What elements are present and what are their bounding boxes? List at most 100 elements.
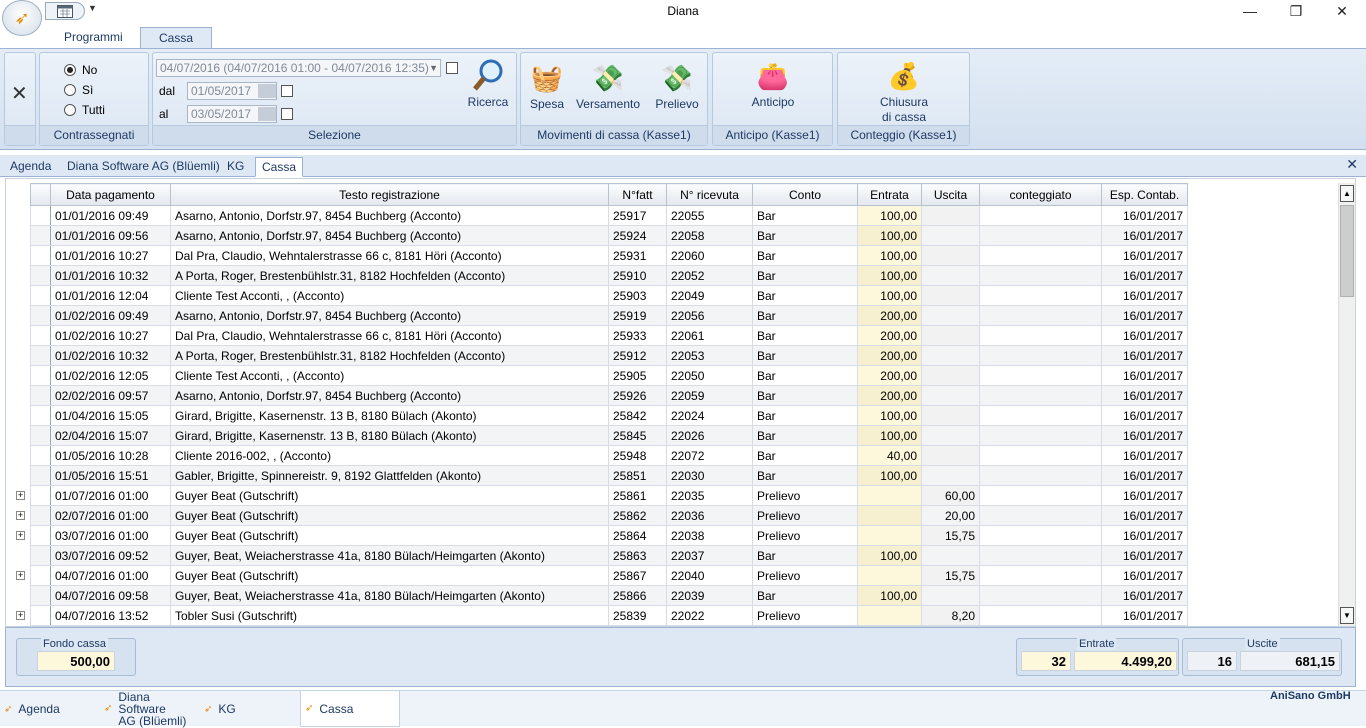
cell-data: 04/07/2016 01:00 xyxy=(50,565,171,586)
doc-tab-cassa[interactable]: Cassa xyxy=(255,157,304,177)
col-esp-contab[interactable]: Esp. Contab. xyxy=(1101,183,1188,206)
scroll-thumb[interactable] xyxy=(1340,205,1354,297)
row-selector[interactable] xyxy=(30,585,51,606)
table-row[interactable]: 01/02/2016 12:05 Cliente Test Acconti, , … xyxy=(30,365,1188,386)
row-selector[interactable] xyxy=(30,445,51,466)
row-selector[interactable] xyxy=(30,285,51,306)
radio-si[interactable]: Sì xyxy=(64,83,93,97)
table-row[interactable]: 01/04/2016 15:05 Girard, Brigitte, Kasern… xyxy=(30,405,1188,426)
col-uscita[interactable]: Uscita xyxy=(921,183,980,206)
table-row[interactable]: 01/01/2016 10:27 Dal Pra, Claudio, Wehnta… xyxy=(30,245,1188,266)
app-menu-button[interactable]: ➶ xyxy=(2,0,42,36)
row-selector[interactable] xyxy=(30,345,51,366)
radio-no[interactable]: No xyxy=(64,63,97,77)
row-selector-header[interactable] xyxy=(30,183,51,206)
chiusura-cassa-button[interactable]: 💰 Chiusura di cassa xyxy=(868,59,940,125)
period-checkbox[interactable] xyxy=(446,62,458,74)
tab-programmi[interactable]: Programmi xyxy=(46,27,141,49)
col-nricevuta[interactable]: N° ricevuta xyxy=(666,183,753,206)
doc-tab-diana[interactable]: Diana Software AG (Blüemli) xyxy=(61,157,226,177)
expand-row-toggle[interactable]: + xyxy=(16,606,30,626)
row-selector[interactable] xyxy=(30,465,51,486)
col-data-pagamento[interactable]: Data pagamento xyxy=(50,183,171,206)
doc-tab-kg[interactable]: KG xyxy=(221,157,250,177)
scroll-up-icon[interactable]: ▲ xyxy=(1340,185,1354,202)
task-cassa[interactable]: ➶ Cassa xyxy=(300,691,400,727)
col-nfatt[interactable]: N°fatt xyxy=(608,183,667,206)
cell-conteggiato xyxy=(979,585,1102,606)
date-picker-icon[interactable] xyxy=(258,107,276,121)
row-selector[interactable] xyxy=(30,565,51,586)
row-selector[interactable] xyxy=(30,545,51,566)
cell-nricevuta: 22035 xyxy=(666,485,753,506)
cell-esp-contab: 16/01/2017 xyxy=(1101,545,1188,566)
col-conteggiato[interactable]: conteggiato xyxy=(979,183,1102,206)
row-selector[interactable] xyxy=(30,485,51,506)
expand-row-toggle[interactable]: + xyxy=(16,526,30,546)
col-conto[interactable]: Conto xyxy=(752,183,858,206)
row-selector[interactable] xyxy=(30,205,51,226)
row-selector[interactable] xyxy=(30,225,51,246)
table-row[interactable]: 04/07/2016 01:00 Guyer Beat (Gutschrift) 2… xyxy=(30,565,1188,586)
al-date-field[interactable]: 03/05/2017 xyxy=(187,105,277,123)
dal-checkbox[interactable] xyxy=(281,85,293,97)
row-selector[interactable] xyxy=(30,425,51,446)
table-row[interactable]: 02/07/2016 01:00 Guyer Beat (Gutschrift) 2… xyxy=(30,505,1188,526)
row-selector[interactable] xyxy=(30,525,51,546)
prelievo-button[interactable]: 💸 Prelievo xyxy=(649,61,705,111)
table-row[interactable]: 01/02/2016 10:27 Dal Pra, Claudio, Wehnta… xyxy=(30,325,1188,346)
table-row[interactable]: 02/02/2016 09:57 Asarno, Antonio, Dorfstr… xyxy=(30,385,1188,406)
period-select[interactable]: 04/07/2016 (04/07/2016 01:00 - 04/07/201… xyxy=(156,59,441,77)
versamento-button[interactable]: 💸 Versamento xyxy=(573,61,643,111)
tab-cassa[interactable]: Cassa xyxy=(140,27,213,49)
row-selector[interactable] xyxy=(30,405,51,426)
row-selector[interactable] xyxy=(30,325,51,346)
col-entrata[interactable]: Entrata xyxy=(857,183,922,206)
task-kg[interactable]: ➶ KG xyxy=(200,691,295,727)
table-row[interactable]: 01/02/2016 09:49 Asarno, Antonio, Dorfstr… xyxy=(30,305,1188,326)
row-selector[interactable] xyxy=(30,245,51,266)
table-row[interactable]: 01/01/2016 10:32 A Porta, Roger, Brestenb… xyxy=(30,265,1188,286)
row-selector[interactable] xyxy=(30,305,51,326)
expand-row-toggle[interactable]: + xyxy=(16,506,30,526)
col-testo[interactable]: Testo registrazione xyxy=(170,183,609,206)
row-selector[interactable] xyxy=(30,605,51,626)
dal-date-field[interactable]: 01/05/2017 xyxy=(187,82,277,100)
table-row[interactable]: 01/07/2016 01:00 Guyer Beat (Gutschrift) 2… xyxy=(30,485,1188,506)
task-agenda[interactable]: ➶ Agenda xyxy=(0,691,95,727)
close-icon[interactable]: ✕ xyxy=(11,81,28,106)
vertical-scrollbar[interactable]: ▲ ▼ xyxy=(1338,183,1355,626)
table-row[interactable]: 01/01/2016 12:04 Cliente Test Acconti, , … xyxy=(30,285,1188,306)
table-row[interactable]: 02/04/2016 15:07 Girard, Brigitte, Kasern… xyxy=(30,425,1188,446)
table-row[interactable]: 04/07/2016 09:58 Guyer, Beat, Weiacherstr… xyxy=(30,585,1188,606)
ricerca-button[interactable]: Ricerca xyxy=(465,57,511,109)
al-checkbox[interactable] xyxy=(281,108,293,120)
close-document-icon[interactable]: ✕ xyxy=(1346,156,1358,173)
table-row[interactable]: 01/02/2016 10:32 A Porta, Roger, Brestenb… xyxy=(30,345,1188,366)
table-row[interactable]: 03/07/2016 01:00 Guyer Beat (Gutschrift) 2… xyxy=(30,525,1188,546)
doc-tab-agenda[interactable]: Agenda xyxy=(4,157,57,177)
row-selector[interactable] xyxy=(30,365,51,386)
anticipo-button[interactable]: 👛 Anticipo xyxy=(743,59,803,109)
row-selector[interactable] xyxy=(30,505,51,526)
table-row[interactable]: 01/01/2016 09:56 Asarno, Antonio, Dorfstr… xyxy=(30,225,1188,246)
row-selector[interactable] xyxy=(30,385,51,406)
task-diana[interactable]: ➶ Diana Software AG (Blüemli) xyxy=(100,691,195,727)
expand-row-toggle[interactable]: + xyxy=(16,486,30,506)
close-window-button[interactable]: ✕ xyxy=(1319,0,1365,24)
radio-tutti[interactable]: Tutti xyxy=(64,103,105,117)
spesa-button[interactable]: 🧺 Spesa xyxy=(527,61,567,111)
row-selector[interactable] xyxy=(30,265,51,286)
scroll-down-icon[interactable]: ▼ xyxy=(1340,607,1354,624)
chevron-down-icon: ▼ xyxy=(429,63,438,73)
expand-row-toggle[interactable]: + xyxy=(16,566,30,586)
table-row[interactable]: 01/05/2016 15:51 Gabler, Brigitte, Spinne… xyxy=(30,465,1188,486)
cell-conteggiato xyxy=(979,565,1102,586)
maximize-button[interactable]: ❐ xyxy=(1273,0,1319,24)
table-row[interactable]: 03/07/2016 09:52 Guyer, Beat, Weiacherstr… xyxy=(30,545,1188,566)
table-row[interactable]: 04/07/2016 13:52 Tobler Susi (Gutschrift)… xyxy=(30,605,1188,626)
minimize-button[interactable]: — xyxy=(1227,0,1273,24)
table-row[interactable]: 01/01/2016 09:49 Asarno, Antonio, Dorfstr… xyxy=(30,205,1188,226)
table-row[interactable]: 01/05/2016 10:28 Cliente 2016-002, , (Acc… xyxy=(30,445,1188,466)
date-picker-icon[interactable] xyxy=(258,84,276,98)
